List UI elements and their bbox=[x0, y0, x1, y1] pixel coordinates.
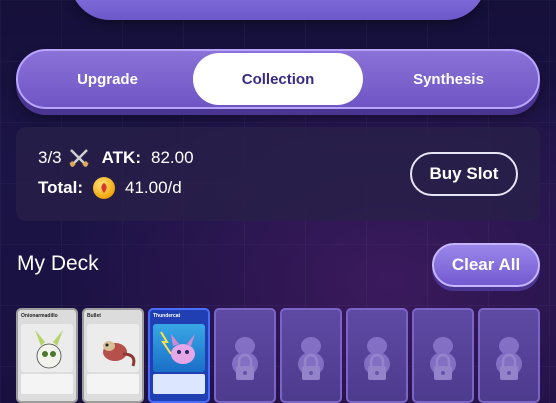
deck-card-1[interactable]: Onionarmadillo bbox=[16, 308, 78, 403]
locked-slot-6[interactable] bbox=[346, 308, 408, 403]
deck-title: My Deck bbox=[17, 252, 99, 275]
top-banner bbox=[70, 0, 486, 20]
locked-slot-5[interactable] bbox=[280, 308, 342, 403]
card-stats bbox=[87, 374, 139, 394]
tab-bar: Upgrade Collection Synthesis bbox=[16, 49, 540, 109]
card-name: Bullet bbox=[87, 313, 101, 319]
lock-icon bbox=[357, 328, 397, 390]
slots-atk-row: 3/3 ATK: 82.00 bbox=[38, 147, 194, 169]
tab-synthesis[interactable]: Synthesis bbox=[363, 53, 534, 105]
tab-upgrade[interactable]: Upgrade bbox=[22, 53, 193, 105]
tab-collection[interactable]: Collection bbox=[193, 53, 363, 105]
stats-panel: 3/3 ATK: 82.00 Total: 41.00/d Buy Slot bbox=[16, 127, 540, 221]
total-label: Total: bbox=[38, 178, 84, 197]
card-name: Onionarmadillo bbox=[21, 313, 58, 319]
clear-all-button[interactable]: Clear All bbox=[432, 243, 540, 287]
lock-icon bbox=[489, 328, 529, 390]
card-stats bbox=[21, 374, 73, 394]
card-name: Thundercat bbox=[153, 313, 181, 319]
locked-slot-7[interactable] bbox=[412, 308, 474, 403]
lock-icon bbox=[225, 328, 265, 390]
lock-icon bbox=[423, 328, 463, 390]
deck-cards: Onionarmadillo Bullet Thundercat bbox=[16, 308, 546, 403]
coin-icon bbox=[93, 177, 116, 199]
total-value: 41.00/d bbox=[125, 178, 182, 197]
card-art bbox=[87, 324, 139, 372]
atk-label: ATK: bbox=[101, 148, 141, 167]
lock-icon bbox=[291, 328, 331, 390]
locked-slot-8[interactable] bbox=[478, 308, 540, 403]
deck-card-2[interactable]: Bullet bbox=[82, 308, 144, 403]
card-art bbox=[21, 324, 73, 372]
card-stats bbox=[153, 374, 205, 394]
card-art bbox=[153, 324, 205, 372]
total-row: Total: 41.00/d bbox=[38, 177, 182, 199]
buy-slot-button[interactable]: Buy Slot bbox=[410, 152, 518, 196]
deck-card-3[interactable]: Thundercat bbox=[148, 308, 210, 403]
slots-count: 3/3 bbox=[38, 148, 62, 167]
swords-icon bbox=[68, 147, 90, 169]
atk-value: 82.00 bbox=[150, 148, 194, 167]
locked-slot-4[interactable] bbox=[214, 308, 276, 403]
